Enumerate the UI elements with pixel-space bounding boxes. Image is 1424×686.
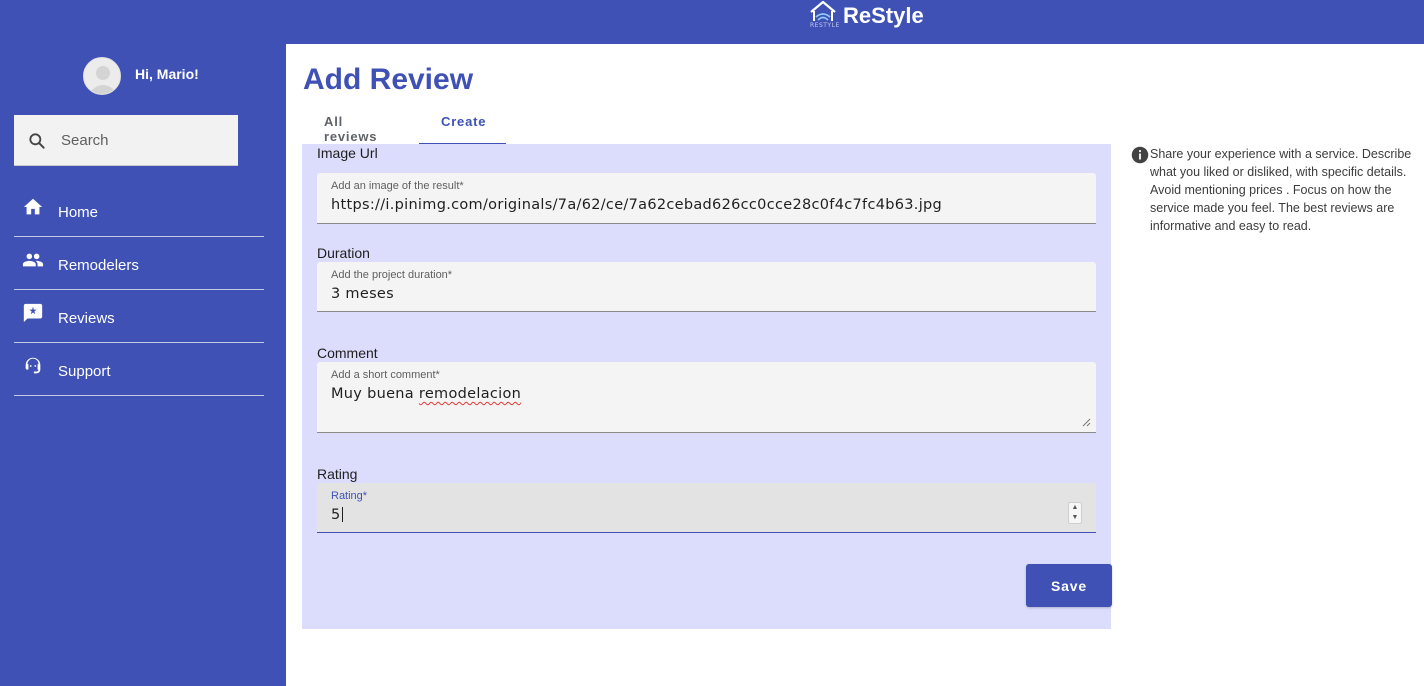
brand-name: ReStyle [843, 3, 924, 28]
rating-field[interactable]: Rating* 5 ▲ ▼ [317, 483, 1096, 533]
tab-all-reviews[interactable]: All reviews [302, 102, 419, 144]
comment-hint: Add a short comment* [331, 369, 440, 381]
rating-value: 5 [331, 506, 343, 523]
search-input[interactable] [60, 127, 230, 153]
sidebar-item-label: Home [58, 204, 99, 221]
duration-value: 3 meses [331, 286, 395, 302]
sidebar-item-reviews[interactable]: Reviews [14, 290, 264, 343]
sidebar-item-label: Support [58, 363, 111, 380]
brand-sub: RESTYLE [810, 22, 840, 29]
user-avatar-icon [88, 66, 118, 94]
sidebar-item-remodelers[interactable]: Remodelers [14, 237, 264, 290]
text-caret [341, 506, 343, 522]
sidebar-item-support[interactable]: Support [14, 343, 264, 396]
tabs: All reviews Create [302, 102, 506, 144]
page-title: Add Review [303, 63, 474, 96]
resize-handle-icon[interactable] [1082, 418, 1091, 427]
comment-value-misspelled: remodelacion [418, 386, 522, 402]
image-url-label: Image Url [317, 145, 378, 161]
rating-hint: Rating* [331, 490, 368, 502]
support-agent-icon [25, 357, 41, 374]
stepper-down-icon[interactable]: ▼ [1069, 513, 1081, 523]
number-stepper[interactable]: ▲ ▼ [1068, 502, 1082, 524]
rating-label: Rating [317, 466, 358, 482]
search-icon [29, 133, 45, 149]
avatar[interactable] [83, 57, 121, 95]
house-logo-icon: RESTYLE [808, 0, 840, 32]
duration-hint: Add the project duration* [331, 269, 453, 281]
duration-field[interactable]: Add the project duration* 3 meses [317, 262, 1096, 312]
comment-value: Muy buena remodelacion [331, 386, 521, 402]
review-form: Image Url Add an image of the result* ht… [302, 144, 1112, 629]
info-text: Share your experience with a service. De… [1150, 147, 1412, 233]
image-url-field[interactable]: Add an image of the result* https://i.pi… [317, 173, 1096, 224]
comment-value-prefix: Muy buena [331, 386, 419, 402]
rating-value-text: 5 [331, 507, 341, 523]
sidebar: Hi, Mario! Home Remodelers Reviews [0, 44, 286, 686]
greeting: Hi, Mario! [135, 66, 199, 82]
duration-label: Duration [317, 245, 370, 261]
sidebar-item-label: Reviews [58, 310, 115, 327]
people-icon [22, 253, 44, 267]
brand-logo[interactable]: RESTYLE ReStyle [808, 0, 924, 32]
comment-label: Comment [317, 345, 378, 361]
home-icon [23, 198, 43, 215]
info-icon [1131, 146, 1149, 164]
save-button[interactable]: Save [1026, 564, 1112, 607]
stepper-up-icon[interactable]: ▲ [1069, 503, 1081, 513]
tab-create[interactable]: Create [419, 102, 506, 144]
image-url-hint: Add an image of the result* [331, 180, 464, 192]
rate-review-icon [23, 303, 43, 323]
sidebar-item-home[interactable]: Home [14, 184, 264, 237]
image-url-value: https://i.pinimg.com/originals/7a/62/ce/… [331, 197, 943, 213]
top-bar: RESTYLE ReStyle [0, 0, 1424, 44]
comment-textarea[interactable]: Add a short comment* Muy buena remodelac… [317, 362, 1096, 433]
search-box[interactable] [14, 115, 238, 166]
sidebar-nav: Home Remodelers Reviews Support [14, 184, 264, 396]
sidebar-item-label: Remodelers [58, 257, 139, 274]
main-content: Add Review All reviews Create Image Url … [286, 44, 1424, 686]
